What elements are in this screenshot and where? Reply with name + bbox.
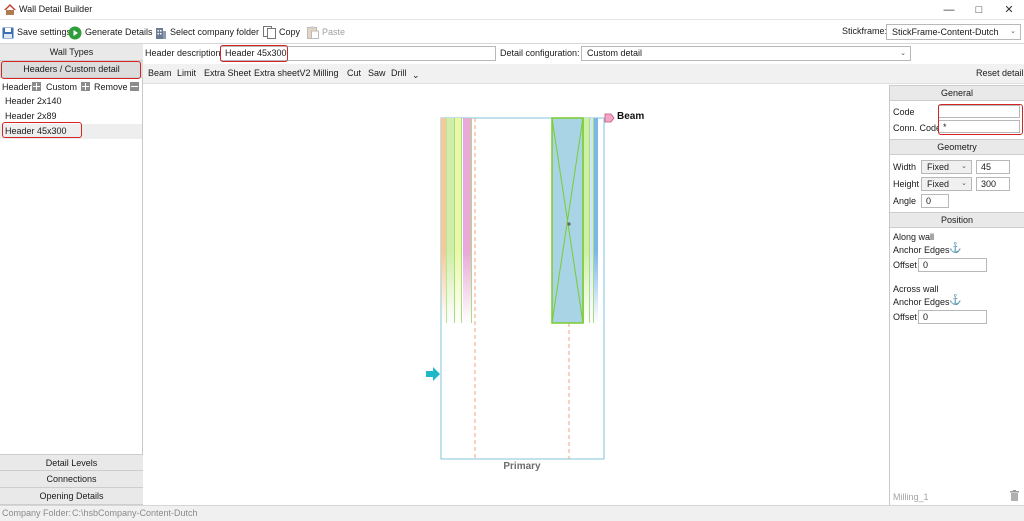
trash-icon[interactable]	[1010, 490, 1019, 501]
remove-button[interactable]: Remove	[94, 79, 128, 95]
company-folder-path: C:\hsbCompany-Content-Dutch	[72, 508, 198, 518]
tab-extra-sheet[interactable]: Extra Sheet	[204, 68, 251, 78]
list-item[interactable]: Header 45x300	[0, 124, 142, 139]
offset-input[interactable]: 0	[918, 258, 987, 272]
detail-levels-header[interactable]: Detail Levels	[0, 454, 143, 471]
along-wall-label: Along wall	[893, 232, 935, 242]
header-description-bar: Header description: Header 45x300 Detail…	[143, 44, 1024, 64]
save-settings-button[interactable]: Save settings	[2, 23, 71, 41]
header-label: Header	[2, 82, 32, 92]
code-input[interactable]	[938, 105, 1020, 118]
stickframe-label: Stickframe:	[842, 26, 888, 36]
offset-label: Offset	[893, 260, 917, 270]
tab-extra-sheet-v2[interactable]: Extra sheetV2	[254, 68, 311, 78]
offset-input[interactable]: 0	[918, 310, 987, 324]
close-button[interactable]: ✕	[994, 0, 1024, 20]
opening-details-header[interactable]: Opening Details	[0, 488, 143, 505]
tab-saw[interactable]: Saw	[368, 68, 386, 78]
tab-drill[interactable]: Drill	[391, 68, 407, 78]
connections-header[interactable]: Connections	[0, 471, 143, 488]
drawing-canvas[interactable]: Beam Primary	[143, 85, 889, 505]
width-label: Width	[893, 162, 917, 172]
angle-label: Angle	[893, 196, 917, 206]
width-input[interactable]: 45	[976, 160, 1010, 174]
geometry-section-header[interactable]: Geometry	[890, 139, 1024, 155]
tab-beam[interactable]: Beam	[148, 68, 172, 78]
detail-configuration-label: Detail configuration:	[500, 48, 580, 58]
width-mode-select[interactable]: Fixed ⌄	[921, 160, 972, 174]
angle-input[interactable]: 0	[921, 194, 949, 208]
minimize-button[interactable]: —	[934, 0, 964, 20]
wall-types-header[interactable]: Wall Types	[0, 44, 143, 61]
custom-button[interactable]: Custom	[46, 79, 77, 95]
status-bar: Company Folder: C:\hsbCompany-Content-Du…	[0, 505, 1024, 521]
position-section-header[interactable]: Position	[890, 212, 1024, 228]
tab-limit[interactable]: Limit	[177, 68, 196, 78]
general-section-header[interactable]: General	[890, 85, 1024, 101]
anchor-icon[interactable]: ⚓	[949, 295, 961, 306]
beam-tag[interactable]: Beam	[604, 111, 644, 123]
header-list-toolbar: Header Custom Remove	[0, 79, 143, 95]
headers-custom-detail-header[interactable]: Headers / Custom detail	[0, 61, 143, 78]
primary-label: Primary	[503, 461, 541, 472]
company-folder-label: Company Folder:	[2, 508, 72, 518]
chevron-down-icon: ⌄	[961, 163, 967, 170]
header-description-input[interactable]: Header 45x300	[220, 46, 496, 61]
paste-icon	[307, 26, 319, 40]
list-item[interactable]: Header 2x89	[0, 109, 142, 124]
height-input[interactable]: 300	[976, 177, 1010, 191]
across-wall-label: Across wall	[893, 284, 939, 294]
detail-tabs-bar: Beam Limit Extra Sheet Extra sheetV2 Mil…	[143, 64, 1024, 84]
conn-code-label: Conn. Code	[893, 123, 942, 133]
height-mode-select[interactable]: Fixed ⌄	[921, 177, 972, 191]
wall-drawing[interactable]: Beam Primary	[143, 85, 889, 505]
offset-label: Offset	[893, 312, 917, 322]
chevron-down-icon: ⌄	[1010, 28, 1016, 35]
generate-details-button[interactable]: Generate Details	[68, 23, 153, 41]
stickframe-select[interactable]: StickFrame-Content-Dutch ⌄	[886, 24, 1021, 40]
tabs-overflow-icon[interactable]: ⌄	[412, 70, 420, 81]
beam-element[interactable]	[551, 117, 584, 324]
tab-cut[interactable]: Cut	[347, 68, 361, 78]
building-icon	[156, 28, 166, 40]
list-item[interactable]: Header 2x140	[0, 94, 142, 109]
maximize-button[interactable]: □	[964, 0, 994, 20]
milling-item-label[interactable]: Milling_1	[893, 492, 929, 502]
copy-button[interactable]: Copy	[263, 23, 300, 41]
anchor-edges-label: Anchor Edges	[893, 297, 950, 307]
tab-milling[interactable]: Milling	[313, 68, 339, 78]
chevron-down-icon: ⌄	[961, 180, 967, 187]
arrow-right-icon[interactable]	[426, 367, 440, 381]
add-remove-icon[interactable]	[81, 79, 90, 95]
right-layer-stripes	[583, 118, 598, 323]
play-icon	[68, 26, 82, 40]
add-custom-icon[interactable]	[32, 79, 41, 95]
detail-configuration-select[interactable]: Custom detail ⌄	[581, 46, 911, 61]
height-label: Height	[893, 179, 920, 189]
remove-icon[interactable]	[130, 79, 139, 95]
beam-label: Beam	[617, 111, 644, 122]
copy-icon	[263, 26, 276, 40]
left-panel: Wall Types Headers / Custom detail Heade…	[0, 44, 143, 505]
anchor-edges-label: Anchor Edges	[893, 245, 950, 255]
header-description-label: Header description:	[145, 48, 224, 58]
left-layer-stripes	[441, 118, 472, 323]
reset-detail-button[interactable]: Reset detail	[976, 68, 1024, 78]
app-icon	[4, 4, 16, 15]
save-icon	[2, 27, 14, 39]
properties-panel: General Code Conn. Code * Geometry Width…	[889, 85, 1024, 505]
code-label: Code	[893, 107, 915, 117]
conn-code-input[interactable]: *	[938, 120, 1020, 133]
paste-button[interactable]: Paste	[307, 23, 345, 41]
chevron-down-icon: ⌄	[900, 50, 906, 57]
window-title: Wall Detail Builder	[19, 4, 93, 14]
select-company-folder-button[interactable]: Select company folder	[155, 23, 259, 41]
anchor-icon[interactable]: ⚓	[949, 243, 961, 254]
title-bar: Wall Detail Builder — □ ✕	[0, 0, 1024, 20]
